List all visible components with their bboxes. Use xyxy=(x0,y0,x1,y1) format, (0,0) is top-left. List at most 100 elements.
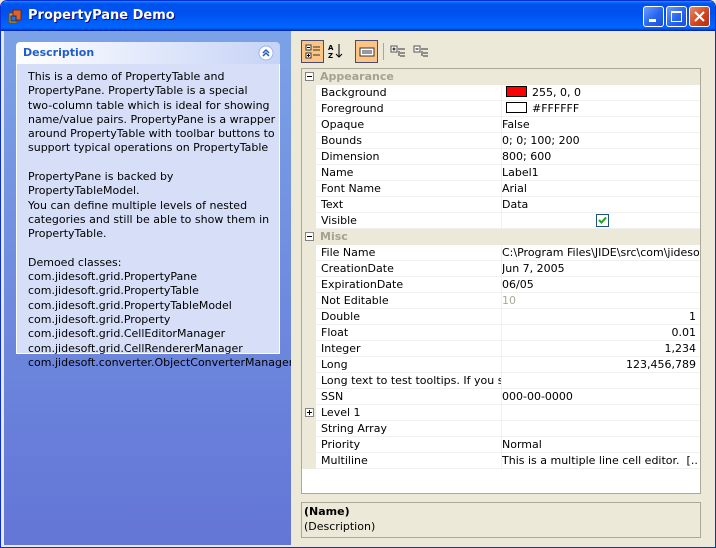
property-row-integer[interactable]: Integer 1,234 xyxy=(302,341,700,357)
footer-property-name: (Name) xyxy=(304,505,350,518)
expand-all-icon xyxy=(390,45,405,57)
property-row-long-text[interactable]: Long text to test tooltips. If you s... xyxy=(302,373,700,389)
collapse-icon[interactable] xyxy=(258,45,274,61)
property-name: Bounds xyxy=(320,133,502,148)
property-row-foreground[interactable]: Foreground #FFFFFF xyxy=(302,101,700,117)
property-value[interactable]: 255, 0, 0 xyxy=(502,85,699,100)
property-value[interactable]: 1 xyxy=(502,309,699,324)
property-row-dimension[interactable]: Dimension 800; 600 xyxy=(302,149,700,165)
property-value[interactable]: #FFFFFF xyxy=(502,101,699,116)
property-value[interactable]: 123,456,789 xyxy=(502,357,699,372)
description-toggle-button[interactable] xyxy=(355,40,378,63)
property-row-font-name[interactable]: Font Name Arial xyxy=(302,181,700,197)
row-gutter xyxy=(302,389,316,405)
property-name: Visible xyxy=(320,213,502,228)
sort-alphabetical-button[interactable]: A Z xyxy=(325,40,348,63)
property-value[interactable]: Label1 xyxy=(502,165,699,180)
categorized-view-icon xyxy=(305,44,320,59)
color-value: 255, 0, 0 xyxy=(532,86,581,99)
property-value[interactable]: False xyxy=(502,117,699,132)
property-value[interactable]: Normal xyxy=(502,437,699,452)
description-text: This is a demo of PropertyTable and Prop… xyxy=(28,70,294,369)
property-row-name[interactable]: Name Label1 xyxy=(302,165,700,181)
property-row-text[interactable]: Text Data xyxy=(302,197,700,213)
property-row-multiline[interactable]: Multiline This is a multiple line cell e… xyxy=(302,453,700,469)
property-row-visible[interactable]: Visible xyxy=(302,213,700,229)
property-name: Name xyxy=(320,165,502,180)
property-value[interactable] xyxy=(502,373,699,388)
property-value[interactable]: 0; 0; 100; 200 xyxy=(502,133,699,148)
row-gutter xyxy=(302,85,316,101)
close-button[interactable] xyxy=(689,6,710,27)
property-row-background[interactable]: Background 255, 0, 0 xyxy=(302,85,700,101)
collapse-toggle-icon[interactable] xyxy=(305,232,314,241)
collapse-all-icon xyxy=(413,45,428,57)
row-gutter xyxy=(302,181,316,197)
app-window: PropertyPane Demo Description This is a … xyxy=(0,0,716,548)
color-swatch xyxy=(506,86,527,97)
property-name: Float xyxy=(320,325,502,340)
property-name: Dimension xyxy=(320,149,502,164)
visible-checkbox[interactable] xyxy=(596,214,609,227)
property-value[interactable]: 800; 600 xyxy=(502,149,699,164)
property-value[interactable]: C:\Program Files\JIDE\src\com\jidesoft\.… xyxy=(502,245,699,260)
description-panel: Description This is a demo of PropertyTa… xyxy=(16,42,293,369)
category-row-misc[interactable]: Misc xyxy=(302,229,700,245)
property-row-string-array[interactable]: String Array xyxy=(302,421,700,437)
maximize-icon xyxy=(671,11,682,22)
title-bar[interactable]: PropertyPane Demo xyxy=(1,1,715,31)
property-value[interactable] xyxy=(502,405,699,420)
row-gutter xyxy=(302,165,316,181)
description-sidebar: Description This is a demo of PropertyTa… xyxy=(4,31,293,545)
property-row-bounds[interactable]: Bounds 0; 0; 100; 200 xyxy=(302,133,700,149)
property-name: Long xyxy=(320,357,502,372)
minimize-button[interactable] xyxy=(643,6,664,27)
property-table: Appearance Background 255, 0, 0 Foregrou… xyxy=(301,68,701,494)
property-name: Multiline xyxy=(320,453,502,468)
row-gutter xyxy=(302,213,316,229)
categorized-view-button[interactable] xyxy=(301,40,324,63)
checkmark-icon xyxy=(598,216,607,224)
property-row-priority[interactable]: Priority Normal xyxy=(302,437,700,453)
property-row-expiration-date[interactable]: ExpirationDate 06/05 xyxy=(302,277,700,293)
property-row-creation-date[interactable]: CreationDate Jun 7, 2005 xyxy=(302,261,700,277)
sort-alphabetical-icon: A Z xyxy=(328,44,343,59)
property-value[interactable]: Jun 7, 2005 xyxy=(502,261,699,276)
collapse-all-button[interactable] xyxy=(410,40,433,63)
minimize-icon xyxy=(649,19,656,22)
property-value[interactable]: Arial xyxy=(502,181,699,196)
property-name: Integer xyxy=(320,341,502,356)
property-value[interactable]: 0.01 xyxy=(502,325,699,340)
property-row-float[interactable]: Float 0.01 xyxy=(302,325,700,341)
category-row-appearance[interactable]: Appearance xyxy=(302,69,700,85)
row-gutter xyxy=(302,421,316,437)
property-row-ssn[interactable]: SSN 000-00-0000 xyxy=(302,389,700,405)
property-value[interactable]: Data xyxy=(502,197,699,212)
description-header[interactable]: Description xyxy=(16,42,280,64)
property-value[interactable] xyxy=(502,421,699,436)
property-name: File Name xyxy=(320,245,502,260)
color-swatch xyxy=(506,102,527,113)
property-row-level1[interactable]: Level 1 xyxy=(302,405,700,421)
expand-all-button[interactable] xyxy=(387,40,410,63)
property-value[interactable]: 1,234 xyxy=(502,341,699,356)
property-row-file-name[interactable]: File Name C:\Program Files\JIDE\src\com\… xyxy=(302,245,700,261)
multiline-editor-button[interactable]: [...] xyxy=(687,454,699,467)
property-row-double[interactable]: Double 1 xyxy=(302,309,700,325)
property-value[interactable]: 06/05 xyxy=(502,277,699,292)
property-row-opaque[interactable]: Opaque False xyxy=(302,117,700,133)
property-row-long[interactable]: Long 123,456,789 xyxy=(302,357,700,373)
maximize-button[interactable] xyxy=(666,6,687,27)
property-pane: A Z Appearance Background 255, 0, 0 Fore… xyxy=(291,31,712,545)
collapse-toggle-icon[interactable] xyxy=(305,72,314,81)
property-row-not-editable[interactable]: Not Editable 10 xyxy=(302,293,700,309)
property-value[interactable]: 000-00-0000 xyxy=(502,389,699,404)
property-value: 10 xyxy=(502,294,516,307)
row-gutter xyxy=(302,341,316,357)
row-gutter xyxy=(302,325,316,341)
expand-toggle-icon[interactable] xyxy=(305,408,314,417)
property-name: Level 1 xyxy=(320,405,502,420)
property-value[interactable]: This is a multiple line cell editor. [..… xyxy=(502,453,699,468)
multiline-text: This is a multiple line cell editor. xyxy=(502,454,680,467)
category-label: Misc xyxy=(320,230,348,243)
